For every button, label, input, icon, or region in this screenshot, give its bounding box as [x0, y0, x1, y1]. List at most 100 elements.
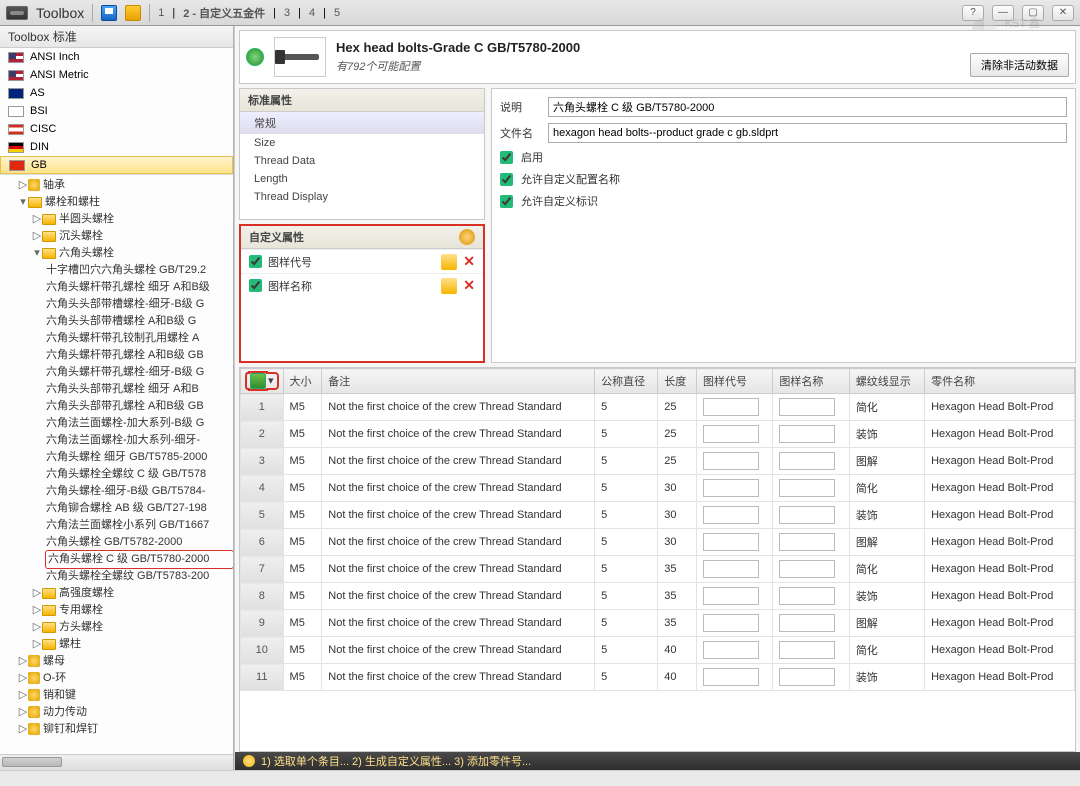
tree-leaf[interactable]: 六角法兰面螺栓小系列 GB/T1667	[46, 517, 233, 534]
grid-column-header[interactable]: 零件名称	[925, 369, 1075, 394]
tree-leaf[interactable]: 六角头螺栓 GB/T5782-2000	[46, 534, 233, 551]
grid-column-header[interactable]: 备注	[322, 369, 595, 394]
standard-item[interactable]: BSI	[0, 102, 233, 120]
table-row[interactable]: 4M5Not the first choice of the crew Thre…	[241, 475, 1075, 502]
cell-drawing-code[interactable]	[697, 421, 773, 448]
minimize-button[interactable]: —	[992, 5, 1014, 21]
breadcrumb-5[interactable]: 5	[334, 7, 340, 19]
category-tree[interactable]: ▷轴承▾螺栓和螺柱▷半圆头螺栓▷沉头螺栓▾六角头螺栓十字槽凹穴六角头螺栓 GB/…	[0, 175, 233, 754]
pencil-icon[interactable]	[441, 254, 457, 270]
tree-item[interactable]: ▷方头螺栓	[32, 619, 233, 636]
tree-item[interactable]: ▷动力传动	[18, 704, 233, 721]
cell-drawing-code[interactable]	[697, 475, 773, 502]
standard-item[interactable]: CISC	[0, 120, 233, 138]
drawing-code-input[interactable]	[703, 533, 759, 551]
tree-item[interactable]: ▷O-环	[18, 670, 233, 687]
tree-leaf[interactable]: 六角头螺栓 C 级 GB/T5780-2000	[46, 551, 233, 568]
standard-item[interactable]: ANSI Metric	[0, 66, 233, 84]
drawing-name-input[interactable]	[779, 668, 835, 686]
pencil-icon[interactable]	[441, 278, 457, 294]
home-icon[interactable]	[125, 5, 141, 21]
gear-icon[interactable]	[459, 229, 475, 245]
std-prop-item[interactable]: Length	[240, 170, 484, 188]
cell-drawing-code[interactable]	[697, 394, 773, 421]
tree-leaf[interactable]: 六角头螺栓全螺纹 GB/T5783-200	[46, 568, 233, 585]
drawing-name-input[interactable]	[779, 641, 835, 659]
drawing-code-input[interactable]	[703, 587, 759, 605]
drawing-code-input[interactable]	[703, 614, 759, 632]
breadcrumb-2[interactable]: 2 - 自定义五金件	[183, 5, 265, 21]
tree-item[interactable]: ▷半圆头螺栓	[32, 211, 233, 228]
grid-column-header[interactable]: 长度	[658, 369, 697, 394]
sidebar-hscrollbar[interactable]	[0, 754, 233, 770]
drawing-name-input[interactable]	[779, 479, 835, 497]
drawing-name-input[interactable]	[779, 452, 835, 470]
cell-drawing-code[interactable]	[697, 502, 773, 529]
table-row[interactable]: 8M5Not the first choice of the crew Thre…	[241, 583, 1075, 610]
cell-drawing-name[interactable]	[773, 448, 849, 475]
delete-icon[interactable]: ✕	[463, 253, 475, 270]
table-row[interactable]: 9M5Not the first choice of the crew Thre…	[241, 610, 1075, 637]
tree-item[interactable]: ▷螺母	[18, 653, 233, 670]
cell-drawing-code[interactable]	[697, 664, 773, 691]
drawing-name-input[interactable]	[779, 587, 835, 605]
enable-checkbox[interactable]	[500, 151, 513, 164]
grid-column-header[interactable]: 图样代号	[697, 369, 773, 394]
cell-drawing-name[interactable]	[773, 664, 849, 691]
table-row[interactable]: 7M5Not the first choice of the crew Thre…	[241, 556, 1075, 583]
drawing-name-input[interactable]	[779, 614, 835, 632]
cell-drawing-name[interactable]	[773, 637, 849, 664]
breadcrumb-1[interactable]: 1	[158, 7, 164, 19]
close-button[interactable]: ✕	[1052, 5, 1074, 21]
tree-item[interactable]: ▷沉头螺栓	[32, 228, 233, 245]
tree-item[interactable]: ▷专用螺栓	[32, 602, 233, 619]
table-row[interactable]: 2M5Not the first choice of the crew Thre…	[241, 421, 1075, 448]
cell-drawing-code[interactable]	[697, 529, 773, 556]
tree-leaf[interactable]: 六角头螺杆带孔螺栓 A和B级 GB	[46, 347, 233, 364]
tree-leaf[interactable]: 六角头螺杆带孔螺栓 细牙 A和B级	[46, 279, 233, 296]
tree-leaf[interactable]: 六角头螺杆带孔铰制孔用螺栓 A	[46, 330, 233, 347]
standard-item[interactable]: DIN	[0, 138, 233, 156]
grid-column-header[interactable]: 图样名称	[773, 369, 849, 394]
drawing-name-input[interactable]	[779, 560, 835, 578]
cell-drawing-code[interactable]	[697, 610, 773, 637]
desc-field[interactable]	[548, 97, 1067, 117]
cell-drawing-code[interactable]	[697, 556, 773, 583]
allow-config-name-checkbox[interactable]	[500, 173, 513, 186]
cell-drawing-code[interactable]	[697, 583, 773, 610]
drawing-code-input[interactable]	[703, 398, 759, 416]
grid-column-header[interactable]: 公称直径	[595, 369, 658, 394]
breadcrumb-3[interactable]: 3	[284, 7, 290, 19]
tree-item[interactable]: ▾螺栓和螺柱▷半圆头螺栓▷沉头螺栓▾六角头螺栓十字槽凹穴六角头螺栓 GB/T29…	[18, 194, 233, 653]
drawing-code-input[interactable]	[703, 452, 759, 470]
tree-leaf[interactable]: 六角法兰面螺栓-加大系列-B级 G	[46, 415, 233, 432]
cell-drawing-code[interactable]	[697, 448, 773, 475]
drawing-code-input[interactable]	[703, 668, 759, 686]
tree-leaf[interactable]: 六角头螺栓全螺纹 C 级 GB/T578	[46, 466, 233, 483]
drawing-name-input[interactable]	[779, 398, 835, 416]
std-prop-item[interactable]: Thread Data	[240, 152, 484, 170]
drawing-name-input[interactable]	[779, 506, 835, 524]
drawing-code-input[interactable]	[703, 560, 759, 578]
tree-leaf[interactable]: 六角头螺栓 细牙 GB/T5785-2000	[46, 449, 233, 466]
maximize-button[interactable]: ▢	[1022, 5, 1044, 21]
tree-item[interactable]: ▾六角头螺栓十字槽凹穴六角头螺栓 GB/T29.2六角头螺杆带孔螺栓 细牙 A和…	[32, 245, 233, 585]
standard-item[interactable]: ANSI Inch	[0, 48, 233, 66]
std-prop-item[interactable]: 常规	[240, 112, 484, 134]
refresh-icon[interactable]	[246, 48, 264, 66]
table-row[interactable]: 1M5Not the first choice of the crew Thre…	[241, 394, 1075, 421]
tree-item[interactable]: ▷轴承	[18, 177, 233, 194]
filename-field[interactable]	[548, 123, 1067, 143]
drawing-code-input[interactable]	[703, 425, 759, 443]
cell-drawing-name[interactable]	[773, 529, 849, 556]
tree-item[interactable]: ▷螺柱	[32, 636, 233, 653]
tree-leaf[interactable]: 六角法兰面螺栓-加大系列-细牙-	[46, 432, 233, 449]
drawing-name-input[interactable]	[779, 425, 835, 443]
table-row[interactable]: 3M5Not the first choice of the crew Thre…	[241, 448, 1075, 475]
drawing-code-input[interactable]	[703, 479, 759, 497]
help-button[interactable]: ?	[962, 5, 984, 21]
tree-item[interactable]: ▷铆钉和焊钉	[18, 721, 233, 738]
window-bottom-scrollbar[interactable]	[0, 770, 1080, 786]
configuration-grid[interactable]: ▾大小备注公称直径长度图样代号图样名称螺纹线显示零件名称1M5Not the f…	[239, 367, 1076, 752]
tree-leaf[interactable]: 六角头头部带槽螺栓 A和B级 G	[46, 313, 233, 330]
